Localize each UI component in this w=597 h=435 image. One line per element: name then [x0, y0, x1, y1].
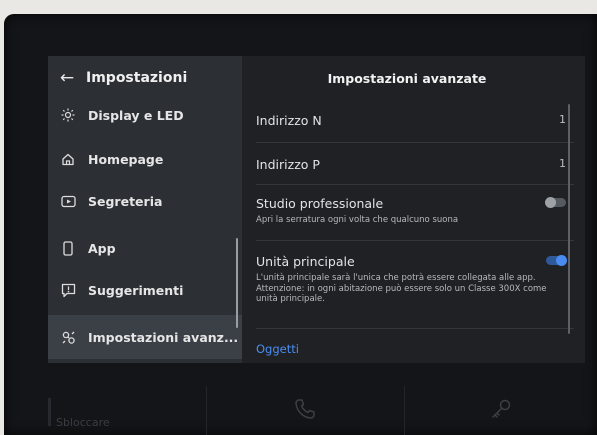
- setting-label: Studio professionale: [256, 196, 384, 211]
- toggle-knob: [556, 255, 567, 266]
- main-panel: Impostazioni avanzate Indirizzo N 1 Indi…: [242, 56, 585, 363]
- sidebar-item-app[interactable]: App: [48, 228, 242, 268]
- setting-indirizzo-n[interactable]: Indirizzo N 1: [256, 113, 566, 128]
- main-scrollbar[interactable]: [568, 104, 570, 334]
- smartphone-icon: [60, 240, 76, 256]
- divider: [256, 240, 574, 241]
- setting-label: Indirizzo P: [256, 157, 320, 172]
- voicemail-icon: [60, 193, 76, 209]
- toggle-knob: [545, 197, 556, 208]
- setting-label: Indirizzo N: [256, 113, 322, 128]
- advanced-settings-icon: [60, 329, 76, 345]
- sidebar-item-label: Suggerimenti: [88, 282, 184, 298]
- sun-icon: [60, 107, 76, 123]
- home-icon: [60, 151, 76, 167]
- sidebar-item-impostazioni-avanzate[interactable]: Impostazioni avanz...: [48, 315, 242, 359]
- sidebar-item-label: Homepage: [88, 151, 164, 167]
- divider: [256, 328, 574, 329]
- sidebar-item-label: Impostazioni avanz...: [88, 329, 239, 345]
- sidebar-item-label: Display e LED: [88, 107, 184, 123]
- setting-indirizzo-p[interactable]: Indirizzo P 1: [256, 157, 566, 172]
- key-button[interactable]: [404, 386, 597, 435]
- sidebar-item-segreteria[interactable]: Segreteria: [48, 181, 242, 221]
- back-arrow-icon[interactable]: ←: [48, 68, 86, 88]
- setting-unita-principale: Unità principale L'unità principale sarà…: [256, 254, 567, 305]
- sidebar-item-suggerimenti[interactable]: Suggerimenti: [48, 270, 242, 310]
- unlock-area[interactable]: Sbloccare: [4, 386, 206, 435]
- oggetti-link[interactable]: Oggetti: [256, 342, 299, 356]
- setting-value: 1: [559, 113, 566, 126]
- key-icon: [489, 397, 513, 425]
- sidebar-scrollbar[interactable]: [236, 238, 238, 328]
- setting-description: L'unità principale sarà l'unica che potr…: [256, 273, 547, 304]
- device-bottom-bar: Sbloccare: [4, 386, 597, 435]
- divider: [256, 142, 574, 143]
- divider: [256, 184, 574, 185]
- phone-icon: [293, 397, 317, 425]
- sidebar-title: Impostazioni: [86, 70, 188, 86]
- setting-label: Unità principale: [256, 254, 355, 269]
- sidebar-item-homepage[interactable]: Homepage: [48, 139, 242, 179]
- screen: ← Impostazioni Display e LED Homepage Se…: [48, 56, 585, 363]
- sidebar-item-label: App: [88, 240, 116, 256]
- call-button[interactable]: [205, 386, 405, 435]
- unlock-label: Sbloccare: [56, 416, 110, 429]
- setting-description: Apri la serratura ogni volta che qualcun…: [256, 215, 459, 225]
- studio-professionale-toggle[interactable]: [545, 197, 566, 208]
- intercom-device: ← Impostazioni Display e LED Homepage Se…: [4, 14, 597, 435]
- sidebar-item-label: Segreteria: [88, 193, 163, 209]
- sidebar: ← Impostazioni Display e LED Homepage Se…: [48, 56, 242, 363]
- sidebar-header: ← Impostazioni: [48, 56, 242, 100]
- setting-studio-professionale: Studio professionale Apri la serratura o…: [256, 196, 566, 226]
- feedback-icon: [60, 282, 76, 298]
- unita-principale-toggle[interactable]: [546, 255, 567, 266]
- sidebar-item-display[interactable]: Display e LED: [48, 95, 242, 135]
- page-title: Impostazioni avanzate: [327, 70, 487, 86]
- setting-value: 1: [559, 157, 566, 170]
